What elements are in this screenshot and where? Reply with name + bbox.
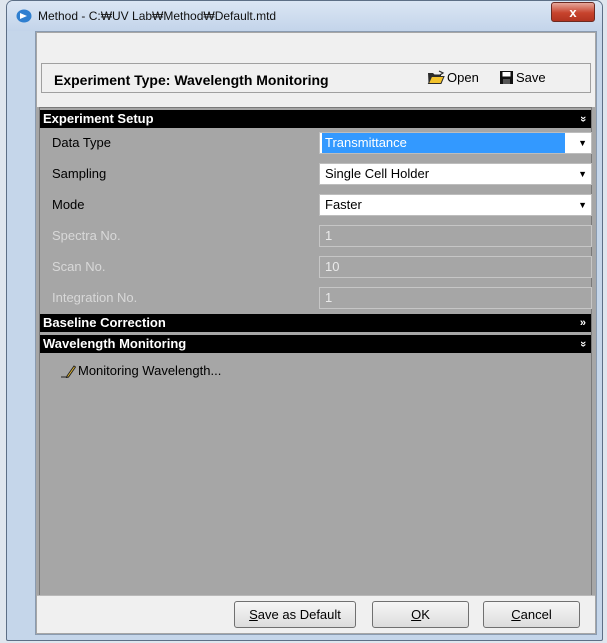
method-window: Method - C:₩UV Lab₩Method₩Default.mtd x … — [6, 0, 603, 641]
spectra-no-value: 1 — [325, 228, 333, 243]
chevron-down-icon[interactable]: ▼ — [578, 164, 587, 184]
sampling-select[interactable]: Single Cell Holder ▼ — [319, 163, 592, 185]
cancel-accel: C — [511, 607, 521, 622]
monitoring-wavelength-link[interactable]: Monitoring Wavelength... — [60, 363, 221, 378]
integration-no-field: 1 — [319, 287, 592, 309]
scan-no-label: Scan No. — [52, 259, 106, 274]
mode-select[interactable]: Faster ▼ — [319, 194, 592, 216]
sampling-label: Sampling — [52, 166, 107, 181]
save-as-default-button[interactable]: Save as Default — [234, 601, 356, 628]
pencil-icon — [61, 364, 76, 378]
scan-no-value: 10 — [325, 259, 340, 274]
save-label: Save — [516, 70, 546, 85]
monitoring-wavelength-label: Monitoring Wavelength... — [78, 363, 222, 378]
settings-panel: Experiment Setup » Data Type Transmittan… — [39, 107, 592, 629]
experiment-type-bar: Experiment Type: Wavelength Monitoring O… — [41, 63, 591, 93]
window-title: Method - C:₩UV Lab₩Method₩Default.mtd — [38, 9, 277, 23]
open-button[interactable]: Open — [427, 70, 479, 85]
ok-text: K — [421, 607, 430, 622]
spectra-no-label: Spectra No. — [52, 228, 121, 243]
experiment-type-label: Experiment Type: Wavelength Monitoring — [54, 72, 329, 88]
section-title: Baseline Correction — [43, 315, 166, 330]
title-bar[interactable]: Method - C:₩UV Lab₩Method₩Default.mtd x — [7, 1, 602, 31]
spectra-no-field: 1 — [319, 225, 592, 247]
cancel-button[interactable]: Cancel — [483, 601, 580, 628]
ok-accel: O — [411, 607, 422, 622]
header-area: Experiment Type: Wavelength Monitoring O… — [37, 33, 595, 107]
data-type-label: Data Type — [52, 135, 112, 150]
section-baseline-correction[interactable]: Baseline Correction » — [40, 314, 591, 332]
expand-chevron-icon[interactable]: » — [580, 314, 586, 332]
section-title: Wavelength Monitoring — [43, 336, 187, 351]
cancel-text: ancel — [520, 607, 552, 622]
mode-value: Faster — [325, 197, 362, 212]
client-area: Experiment Type: Wavelength Monitoring O… — [35, 31, 597, 635]
save-button[interactable]: Save — [499, 70, 546, 85]
save-as-default-text: ave as Default — [257, 607, 341, 622]
section-title: Experiment Setup — [43, 111, 154, 126]
mode-label: Mode — [52, 197, 85, 212]
integration-no-label: Integration No. — [52, 290, 138, 305]
section-wavelength-monitoring[interactable]: Wavelength Monitoring » — [40, 335, 591, 353]
ok-button[interactable]: OK — [372, 601, 469, 628]
close-button[interactable]: x — [551, 2, 595, 22]
scan-no-field: 10 — [319, 256, 592, 278]
data-type-value: Transmittance — [322, 133, 565, 153]
open-label: Open — [447, 70, 479, 85]
data-type-select[interactable]: Transmittance ▼ — [319, 132, 592, 154]
floppy-disk-icon — [500, 71, 513, 84]
save-as-default-accel: S — [249, 607, 258, 622]
app-icon — [16, 9, 32, 23]
open-folder-icon — [427, 70, 445, 84]
integration-no-value: 1 — [325, 290, 333, 305]
collapse-chevron-icon[interactable]: » — [574, 116, 592, 122]
section-experiment-setup[interactable]: Experiment Setup » — [40, 110, 591, 128]
collapse-chevron-icon[interactable]: » — [574, 341, 592, 347]
sampling-value: Single Cell Holder — [325, 166, 430, 181]
chevron-down-icon[interactable]: ▼ — [578, 195, 587, 215]
button-bar: Save as Default OK Cancel — [37, 595, 595, 633]
chevron-down-icon[interactable]: ▼ — [578, 133, 587, 153]
